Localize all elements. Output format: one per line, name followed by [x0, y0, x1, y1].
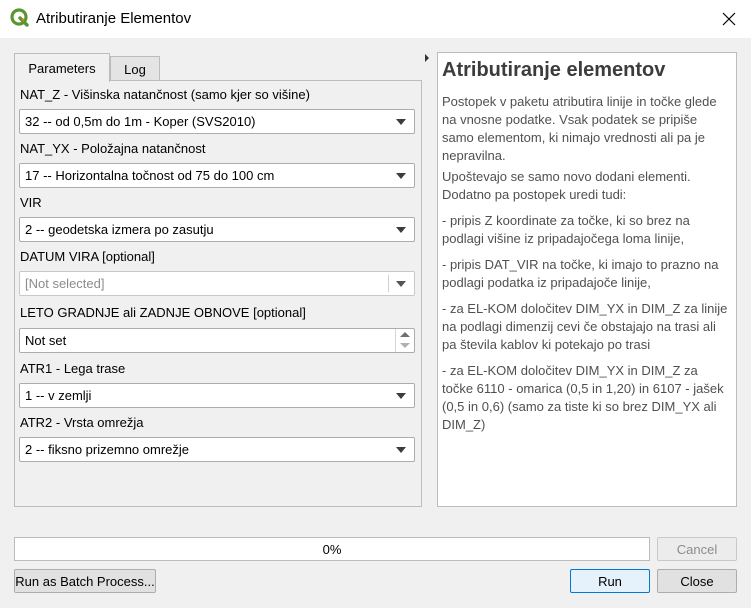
- atr2-combo[interactable]: 2 -- fiksno prizemno omrežje: [19, 437, 415, 462]
- chevron-down-icon: [396, 227, 406, 233]
- chevron-down-icon: [396, 173, 406, 179]
- vir-combo[interactable]: 2 -- geodetska izmera po zasutju: [19, 217, 415, 242]
- help-paragraph: Postopek v paketu atributira linije in t…: [442, 94, 717, 163]
- close-icon[interactable]: [716, 6, 742, 32]
- datum-vira-label: DATUM VIRA [optional]: [20, 249, 155, 264]
- nat-z-value: 32 -- od 0,5m do 1m - Koper (SVS2010): [25, 114, 256, 129]
- atr2-label: ATR2 - Vrsta omrežja: [20, 415, 144, 430]
- spin-up-icon[interactable]: [400, 332, 410, 337]
- vir-value: 2 -- geodetska izmera po zasutju: [25, 222, 214, 237]
- atr1-label: ATR1 - Lega trase: [20, 361, 126, 376]
- tab-parameters[interactable]: Parameters: [14, 53, 110, 82]
- combo-separator: [388, 275, 389, 292]
- close-button[interactable]: Close: [657, 569, 737, 593]
- leto-value: Not set: [25, 333, 67, 348]
- nat-yx-value: 17 -- Horizontalna točnost od 75 do 100 …: [25, 168, 275, 183]
- splitter-arrow-icon[interactable]: [425, 54, 429, 62]
- cancel-button[interactable]: Cancel: [657, 537, 737, 561]
- help-paragraph: Upoštevajo se samo novo dodani elementi.…: [442, 169, 691, 202]
- progress-text: 0%: [322, 541, 342, 557]
- qgis-icon: [10, 8, 30, 28]
- help-paragraph: - pripis DAT_VIR na točke, ki imajo to p…: [442, 257, 719, 290]
- window-title: Atributiranje Elementov: [36, 10, 192, 27]
- batch-process-button[interactable]: Run as Batch Process...: [14, 569, 156, 593]
- help-title: Atributiranje elementov: [442, 59, 666, 81]
- spin-buttons[interactable]: [395, 329, 414, 352]
- datum-vira-combo[interactable]: [Not selected]: [19, 271, 415, 296]
- run-button[interactable]: Run: [570, 569, 650, 593]
- nat-yx-label: NAT_YX - Položajna natančnost: [20, 141, 206, 156]
- vir-label: VIR: [20, 195, 42, 210]
- leto-spinbox[interactable]: Not set: [19, 328, 415, 353]
- spin-down-icon[interactable]: [400, 343, 410, 348]
- help-paragraph: - pripis Z koordinate za točke, ki so br…: [442, 213, 690, 246]
- nat-z-combo[interactable]: 32 -- od 0,5m do 1m - Koper (SVS2010): [19, 109, 415, 134]
- chevron-down-icon: [396, 119, 406, 125]
- datum-vira-value: [Not selected]: [25, 276, 105, 291]
- atr2-value: 2 -- fiksno prizemno omrežje: [25, 442, 189, 457]
- atr1-value: 1 -- v zemlji: [25, 388, 92, 403]
- help-paragraph: - za EL-KOM določitev DIM_YX in DIM_Z za…: [442, 301, 728, 352]
- progress-bar: 0%: [14, 537, 650, 561]
- chevron-down-icon: [396, 281, 406, 287]
- tab-log[interactable]: Log: [110, 56, 160, 81]
- chevron-down-icon: [396, 447, 406, 453]
- atr1-combo[interactable]: 1 -- v zemlji: [19, 383, 415, 408]
- help-paragraph: - za EL-KOM določitev DIM_YX in DIM_Z za…: [442, 363, 724, 432]
- chevron-down-icon: [396, 393, 406, 399]
- nat-z-label: NAT_Z - Višinska natančnost (samo kjer s…: [20, 87, 310, 102]
- leto-label: LETO GRADNJE ali ZADNJE OBNOVE [optional…: [20, 305, 306, 320]
- nat-yx-combo[interactable]: 17 -- Horizontalna točnost od 75 do 100 …: [19, 163, 415, 188]
